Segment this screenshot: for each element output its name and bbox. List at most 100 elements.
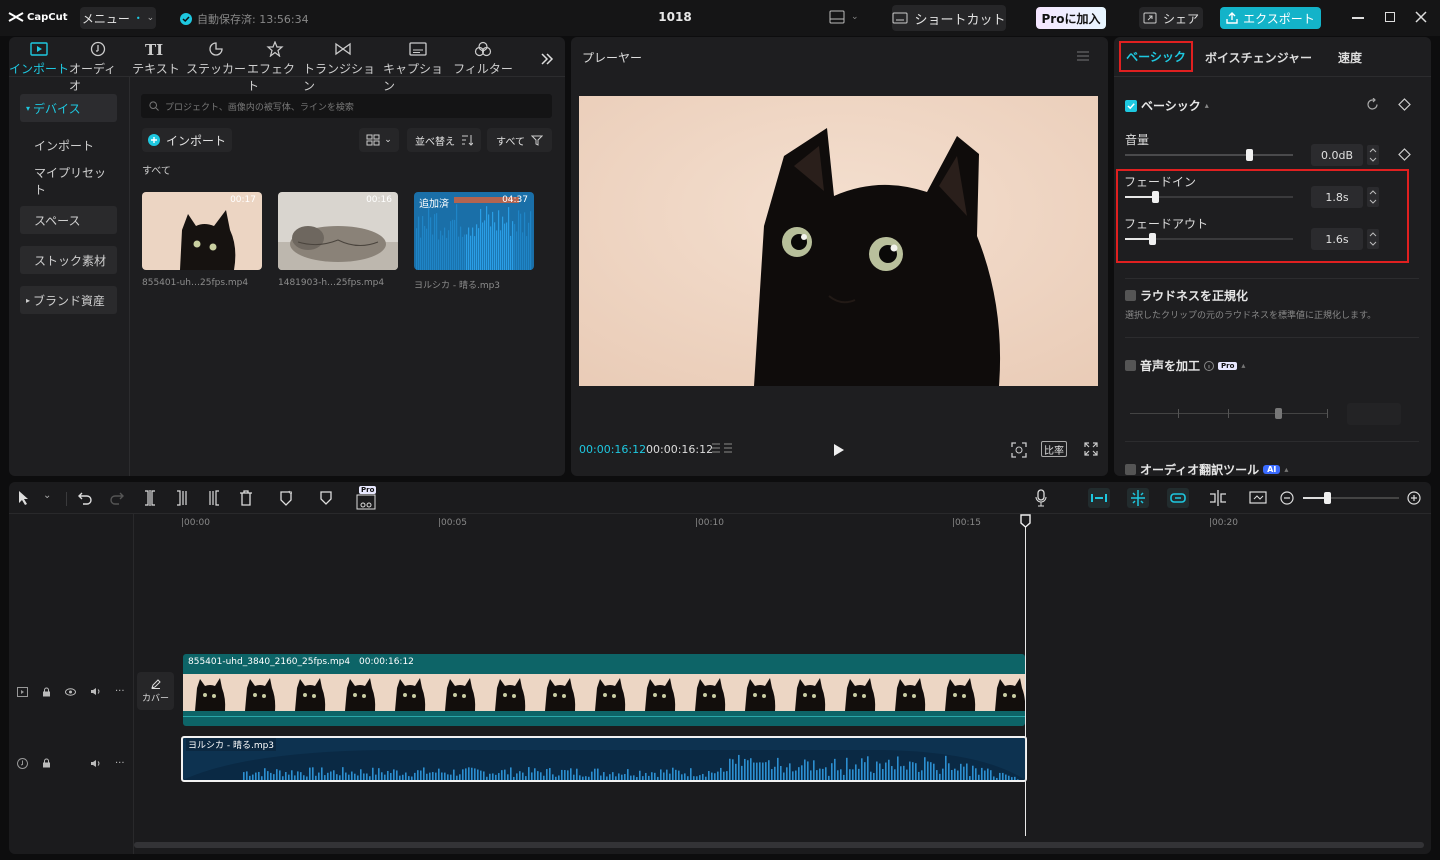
shield-icon[interactable] xyxy=(319,490,333,506)
tool-import[interactable]: インポート xyxy=(9,41,69,94)
fullscreen-icon[interactable] xyxy=(1084,442,1098,456)
main-track-magnet-button[interactable] xyxy=(1088,488,1110,508)
media-item[interactable]: 追加済 04:37 ヨルシカ - 晴る.mp3 xyxy=(414,192,534,291)
minimize-icon[interactable] xyxy=(1352,17,1364,19)
fade-out-value[interactable]: 1.6s xyxy=(1311,228,1363,250)
more-icon[interactable]: ··· xyxy=(115,758,125,769)
checkbox-icon[interactable] xyxy=(1125,360,1136,371)
checkbox-icon[interactable] xyxy=(1125,290,1136,301)
speaker-icon[interactable] xyxy=(90,687,101,696)
stepper-icon[interactable] xyxy=(1367,145,1379,165)
sidebar-item-space[interactable]: スペース xyxy=(20,206,117,234)
zoom-slider-knob[interactable] xyxy=(1324,492,1331,504)
timecode-format-icon[interactable] xyxy=(711,442,733,456)
tab-speed[interactable]: 速度 xyxy=(1338,49,1362,66)
delete-icon[interactable] xyxy=(239,490,253,506)
tool-audio[interactable]: オーディオ xyxy=(69,41,127,94)
trim-right-icon[interactable] xyxy=(207,490,221,506)
tab-basic[interactable]: ベーシック xyxy=(1119,41,1193,72)
play-icon[interactable] xyxy=(833,443,845,457)
media-item[interactable]: 00:16 1481903-h…25fps.mp4 xyxy=(278,192,398,288)
volume-slider[interactable] xyxy=(1125,149,1293,161)
info-icon[interactable] xyxy=(1204,360,1215,371)
voice-slider[interactable] xyxy=(1130,408,1328,419)
timeline-scrollbar[interactable] xyxy=(134,842,1424,848)
voice-value-box[interactable] xyxy=(1347,403,1401,425)
close-icon[interactable] xyxy=(1415,11,1427,23)
scrollbar-thumb[interactable] xyxy=(134,842,1424,848)
sidebar-item-stock[interactable]: ストック素材 xyxy=(20,246,117,274)
cursor-icon[interactable] xyxy=(17,490,31,506)
checkbox-icon[interactable] xyxy=(1125,464,1136,475)
translate-row[interactable]: オーディオ翻訳ツール AI ▴ xyxy=(1125,461,1288,476)
marker-icon[interactable] xyxy=(278,490,294,506)
sidebar-item-import[interactable]: インポート xyxy=(20,131,117,159)
zoom-in-icon[interactable] xyxy=(1407,491,1421,505)
zoom-out-icon[interactable] xyxy=(1280,491,1294,505)
voice-processing-row[interactable]: 音声を加工 Pro ▴ xyxy=(1125,357,1245,374)
playhead[interactable] xyxy=(1025,516,1026,836)
redo-icon[interactable] xyxy=(110,491,124,505)
checkbox-checked-icon[interactable] xyxy=(1125,99,1137,112)
keyframe-icon[interactable] xyxy=(1398,148,1411,161)
video-clip[interactable]: 855401-uhd_3840_2160_25fps.mp4 00:00:16:… xyxy=(183,654,1025,726)
tool-text[interactable]: TI テキスト xyxy=(127,41,185,94)
auto-snap-button[interactable] xyxy=(1127,488,1149,508)
tab-voice-changer[interactable]: ボイスチェンジャー xyxy=(1205,49,1312,66)
tool-sticker[interactable]: ステッカー xyxy=(185,41,247,94)
tool-caption[interactable]: キャプション xyxy=(383,41,453,94)
fit-view-icon[interactable] xyxy=(1011,442,1027,458)
import-button[interactable]: インポート xyxy=(142,128,232,152)
tool-effect[interactable]: エフェクト xyxy=(247,41,303,94)
search-input[interactable]: プロジェクト、画像内の被写体、ラインを検索 xyxy=(141,94,552,118)
more-icon[interactable]: ··· xyxy=(115,686,125,697)
basic-section-header[interactable]: ベーシック ▴ xyxy=(1125,97,1209,114)
filter-button[interactable]: すべて xyxy=(487,128,552,152)
chevron-down-icon[interactable]: ⌄ xyxy=(43,490,51,501)
zoom-slider[interactable] xyxy=(1303,492,1399,504)
expand-tools-icon[interactable] xyxy=(540,53,554,65)
share-button[interactable]: シェア xyxy=(1139,7,1203,29)
keyframe-icon[interactable] xyxy=(1398,98,1411,111)
preview-axis-icon[interactable] xyxy=(1208,490,1228,506)
fade-in-slider-knob[interactable] xyxy=(1152,191,1160,203)
project-title[interactable]: 1018 xyxy=(650,10,700,24)
undo-icon[interactable] xyxy=(78,491,92,505)
screenshot-icon[interactable] xyxy=(1249,490,1267,506)
volume-slider-knob[interactable] xyxy=(1246,149,1254,161)
time-ruler[interactable]: |00:00 |00:05 |00:10 |00:15 |00:20 xyxy=(181,516,1431,534)
sidebar-item-brand[interactable]: ▸ ブランド資産 xyxy=(20,286,117,314)
layout-switcher[interactable]: ⌄ xyxy=(829,10,859,24)
speaker-icon[interactable] xyxy=(90,759,101,768)
maximize-icon[interactable] xyxy=(1385,12,1395,22)
split-icon[interactable] xyxy=(143,490,157,506)
fade-in-value[interactable]: 1.8s xyxy=(1311,186,1363,208)
shortcut-button[interactable]: ショートカット xyxy=(892,5,1006,31)
sidebar-item-device[interactable]: ▾ デバイス xyxy=(20,94,117,122)
audio-clip[interactable]: ヨルシカ - 晴る.mp3 xyxy=(181,736,1027,782)
pro-join-button[interactable]: Proに加入 xyxy=(1036,7,1106,29)
cover-button[interactable]: カバー xyxy=(137,672,174,710)
eye-icon[interactable] xyxy=(65,687,76,696)
sort-button[interactable]: 並べ替え xyxy=(407,128,481,152)
media-item[interactable]: 00:17 855401-uh…25fps.mp4 xyxy=(142,192,262,288)
stepper-icon[interactable] xyxy=(1367,187,1379,207)
loudness-row[interactable]: ラウドネスを正規化 xyxy=(1125,287,1248,304)
fade-out-slider[interactable] xyxy=(1125,233,1293,245)
lock-icon[interactable] xyxy=(42,687,51,697)
fade-in-slider[interactable] xyxy=(1125,191,1293,203)
volume-value[interactable]: 0.0dB xyxy=(1311,144,1363,166)
linkage-button[interactable] xyxy=(1167,488,1189,508)
view-toggle-button[interactable]: ⌄ xyxy=(359,128,399,152)
microphone-icon[interactable] xyxy=(1035,489,1047,507)
playhead-handle-icon[interactable] xyxy=(1020,514,1031,528)
sidebar-item-preset[interactable]: マイプリセット xyxy=(20,166,117,197)
export-button[interactable]: エクスポート xyxy=(1220,7,1321,29)
ratio-button[interactable]: 比率 xyxy=(1041,441,1067,457)
reset-icon[interactable] xyxy=(1366,98,1379,111)
tool-filter[interactable]: フィルター xyxy=(453,41,513,94)
menu-lines-icon[interactable] xyxy=(1076,51,1090,61)
menu-button[interactable]: メニュー • ⌄ xyxy=(80,7,156,29)
trim-left-icon[interactable] xyxy=(175,490,189,506)
fade-out-slider-knob[interactable] xyxy=(1148,233,1156,245)
